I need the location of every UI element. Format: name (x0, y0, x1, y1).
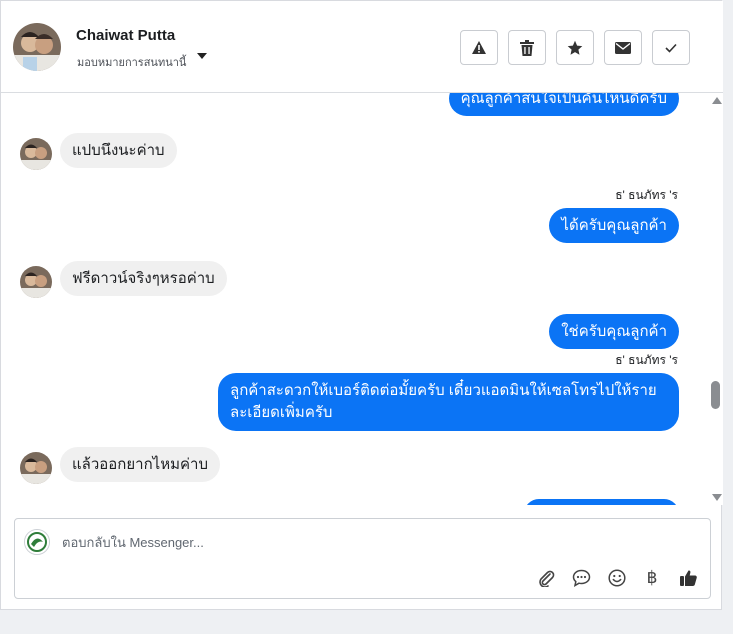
message-bubble-incoming: แล้วออกยากไหมค่าบ (60, 447, 220, 482)
star-button[interactable] (556, 30, 594, 65)
warning-icon (472, 41, 486, 54)
reply-input[interactable] (62, 532, 662, 552)
mark-done-button[interactable] (652, 30, 690, 65)
saved-replies-button[interactable] (570, 567, 592, 589)
smiley-icon (608, 569, 626, 587)
message-bubble-outgoing: คุณลูกค้าสนใจเป็นคันไหนดีครับ (448, 93, 679, 116)
message-bubble-outgoing: ลูกค้าสะดวกให้เบอร์ติดต่อมั้ยครับ เดี๋ยว… (218, 373, 679, 431)
messenger-panel: Chaiwat Putta มอบหมายการสนทนานี้ คุณลูกค… (0, 0, 723, 610)
check-icon (665, 43, 677, 53)
paperclip-icon (539, 570, 555, 587)
scroll-up-arrow-icon[interactable] (712, 97, 722, 104)
message-bubble-outgoing-partial (524, 499, 679, 505)
message-bubble-incoming: ฟรีดาวน์จริงๆหรอค่าบ (60, 261, 227, 296)
envelope-icon (615, 41, 631, 54)
like-button[interactable] (677, 567, 699, 589)
scroll-thumb[interactable] (711, 381, 720, 409)
sender-avatar (20, 138, 52, 170)
message-list[interactable]: คุณลูกค้าสนใจเป็นคันไหนดีครับ แปบนึงนะค่… (1, 93, 709, 505)
message-bubble-outgoing: ได้ครับคุณลูกค้า (549, 208, 679, 243)
star-icon (567, 40, 583, 55)
user-name[interactable]: Chaiwat Putta (76, 27, 175, 44)
thumbs-up-icon (679, 570, 697, 586)
baht-icon: ฿ (646, 568, 658, 588)
sender-avatar (20, 452, 52, 484)
reply-composer: ฿ (14, 518, 711, 599)
scrollbar[interactable] (709, 93, 723, 505)
chat-bubble-icon (572, 569, 590, 587)
trash-icon (520, 39, 534, 56)
mark-unread-button[interactable] (604, 30, 642, 65)
delete-button[interactable] (508, 30, 546, 65)
attach-button[interactable] (535, 567, 557, 589)
message-bubble-outgoing: ใช่ครับคุณลูกค้า (549, 314, 679, 349)
payment-button[interactable]: ฿ (641, 567, 663, 589)
message-bubble-incoming: แปบนึงนะค่าบ (60, 133, 177, 168)
user-avatar[interactable] (13, 23, 61, 71)
chevron-down-icon[interactable] (197, 53, 207, 59)
scroll-down-arrow-icon[interactable] (712, 494, 722, 501)
assign-conversation-label[interactable]: มอบหมายการสนทนานี้ (77, 53, 186, 71)
sender-avatar (20, 266, 52, 298)
conversation-header: Chaiwat Putta มอบหมายการสนทนานี้ (1, 1, 723, 93)
emoji-button[interactable] (606, 567, 628, 589)
sender-name: ธ' ธนภัทร 'ร (615, 353, 678, 367)
report-button[interactable] (460, 30, 498, 65)
sender-name: ธ' ธนภัทร 'ร (615, 188, 678, 202)
page-logo (24, 529, 50, 555)
